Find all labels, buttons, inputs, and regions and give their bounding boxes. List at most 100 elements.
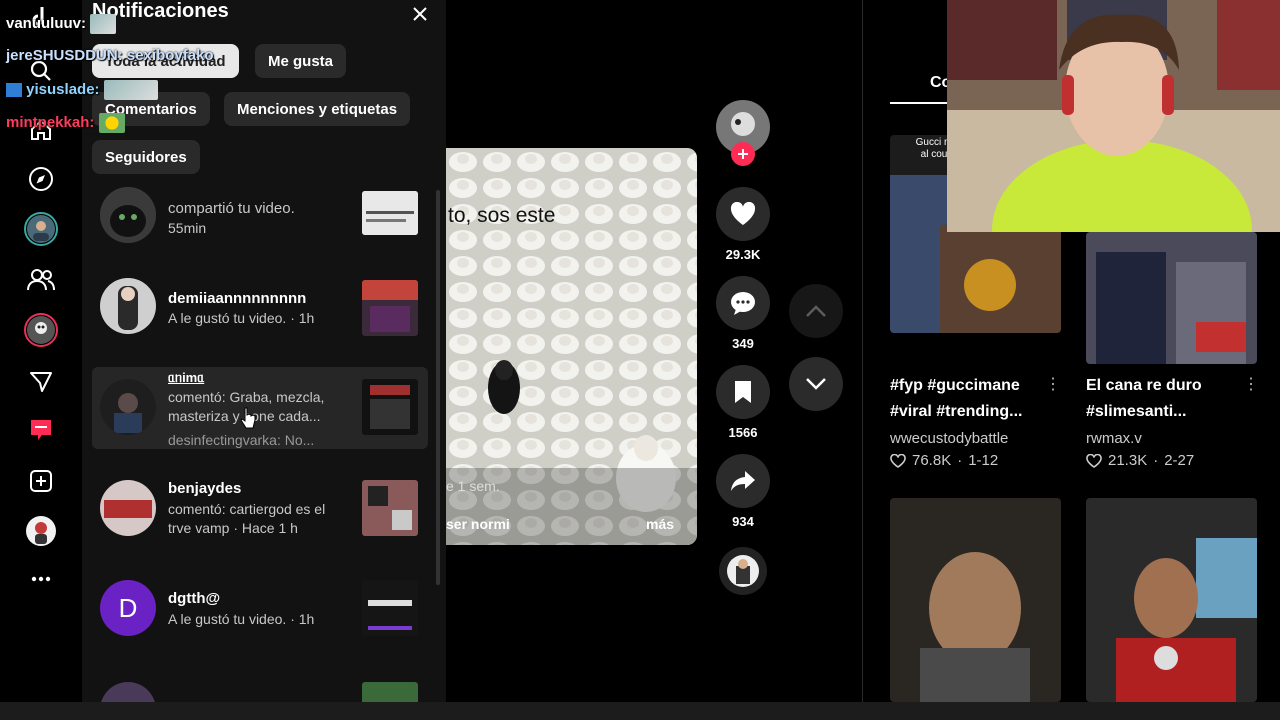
notification-user[interactable]: benjaydes — [168, 480, 241, 497]
activity-icon[interactable] — [24, 413, 58, 447]
notification-item[interactable]: D dgtth@ A le gustó tu video. · 1h — [92, 568, 428, 648]
friends-icon[interactable] — [24, 263, 58, 297]
chat-message: sexiboyfako — [126, 47, 214, 64]
explore-likes: 76.8K · 1-12 — [890, 452, 998, 469]
more-options-icon[interactable]: ⋮ — [1243, 374, 1259, 394]
comment-icon[interactable] — [716, 276, 770, 330]
chat-user: mintpekkah: — [6, 113, 95, 131]
notification-item[interactable]: benjaydes comentó: cartiergod es el trve… — [92, 468, 428, 548]
streamer-webcam — [947, 0, 1280, 232]
avatar — [100, 187, 156, 243]
emote-icon — [103, 80, 158, 100]
bookmark-icon[interactable] — [716, 365, 770, 419]
emote-icon — [90, 14, 117, 34]
video-description: ser normi — [446, 516, 510, 532]
avatar: D — [100, 580, 156, 636]
mouse-cursor-icon — [240, 407, 256, 429]
save-count: 1566 — [728, 425, 758, 440]
more-options-icon[interactable]: ⋮ — [1045, 374, 1061, 394]
video-thumbnail[interactable] — [362, 379, 418, 435]
heart-outline-icon — [890, 453, 906, 468]
share-count: 934 — [732, 514, 754, 529]
comment-count: 349 — [732, 336, 754, 351]
creator-avatar[interactable] — [716, 100, 770, 166]
notification-text: compartió tu video. — [168, 200, 295, 217]
divider — [862, 0, 863, 720]
more-button[interactable]: más — [646, 516, 674, 532]
notification-item[interactable]: demiiaannnnnnnnn A le gustó tu video. · … — [92, 266, 428, 346]
notification-time: 55min — [168, 220, 207, 236]
chat-line: yisuslade: — [6, 80, 158, 100]
like-action[interactable]: 29.3K — [716, 187, 770, 262]
video-thumbnail[interactable] — [362, 580, 418, 636]
separator-dot: · — [1153, 452, 1159, 469]
tab-mentions[interactable]: Menciones y etiquetas — [224, 92, 411, 126]
share-action[interactable]: 934 — [716, 454, 770, 529]
video-player[interactable]: to, sos este e 1 sem. ser normi más — [446, 148, 697, 545]
heart-outline-icon — [1086, 453, 1102, 468]
more-icon[interactable] — [24, 562, 58, 596]
post-date: 2-27 — [1164, 452, 1195, 469]
avatar — [100, 480, 156, 536]
video-time: e 1 sem. — [446, 478, 500, 494]
notification-user[interactable]: ᥲᥒіmᥲ — [168, 370, 204, 386]
chat-line: mintpekkah: — [6, 113, 125, 133]
video-caption: to, sos este — [448, 204, 556, 227]
notification-reply: desinfectingvarka: No... — [168, 432, 315, 448]
post-date: 1-12 — [968, 452, 999, 469]
follow-plus-icon[interactable] — [731, 142, 755, 166]
following-avatar-icon[interactable] — [24, 212, 58, 246]
explore-icon[interactable] — [24, 162, 58, 196]
scrollbar[interactable] — [436, 190, 440, 585]
explore-thumbnail[interactable] — [1086, 498, 1257, 702]
notification-text: comentó: cartiergod es el trve vamp · Ha… — [168, 501, 326, 536]
share-icon[interactable] — [716, 454, 770, 508]
heart-icon[interactable] — [716, 187, 770, 241]
chat-line: vanuuluuv: — [6, 14, 117, 34]
explore-thumbnail[interactable] — [1086, 232, 1257, 364]
notification-user[interactable]: demiiaannnnnnnnn — [168, 290, 306, 307]
video-thumbnail[interactable] — [362, 480, 418, 536]
avatar — [100, 379, 156, 435]
like-count: 76.8K — [912, 452, 952, 469]
notification-text: A le gustó tu video. · 1h — [168, 611, 315, 627]
notification-item[interactable] — [92, 668, 428, 702]
close-icon[interactable] — [403, 0, 437, 28]
upload-icon[interactable] — [24, 464, 58, 498]
tab-underline — [890, 102, 950, 104]
chat-user: jereSHUSDDUN: — [6, 47, 123, 64]
chat-user: vanuuluuv: — [6, 14, 87, 32]
tab-likes[interactable]: Me gusta — [255, 44, 347, 78]
notification-item[interactable]: ᥲᥒіmᥲ comentó: Graba, mezcla, masteriza … — [92, 367, 428, 449]
chat-line: jereSHUSDDUN: sexiboyfako — [6, 47, 214, 64]
avatar — [100, 278, 156, 334]
video-thumbnail[interactable] — [362, 682, 418, 702]
explore-thumbnail[interactable] — [890, 498, 1061, 702]
explore-username[interactable]: wwecustodybattle — [890, 430, 1008, 447]
sound-disc-icon[interactable] — [716, 546, 770, 601]
notification-user[interactable]: dgtth@ — [168, 590, 220, 607]
notifications-panel: Notificaciones Toda la actividad Me gust… — [82, 0, 446, 720]
video-thumbnail[interactable] — [362, 280, 418, 336]
comment-action[interactable]: 349 — [716, 276, 770, 351]
notification-text: comentó: Graba, mezcla, masteriza y pone… — [168, 389, 325, 424]
notification-text: A le gustó tu video. · 1h — [168, 310, 315, 326]
tab-followers[interactable]: Seguidores — [92, 140, 200, 174]
emote-icon — [98, 113, 125, 133]
explore-username[interactable]: rwmax.v — [1086, 430, 1142, 447]
live-avatar-icon[interactable] — [24, 313, 58, 347]
chat-user: yisuslade: — [26, 80, 100, 98]
explore-caption[interactable]: #fyp #guccimane #viral #trending... — [890, 373, 1050, 425]
avatar — [100, 682, 156, 702]
video-thumbnail[interactable] — [362, 191, 418, 235]
messages-icon[interactable] — [24, 365, 58, 399]
explore-likes: 21.3K · 2-27 — [1086, 452, 1194, 469]
next-video-button[interactable] — [789, 357, 843, 411]
sidebar-rail — [0, 0, 82, 720]
like-count: 29.3K — [725, 247, 761, 262]
previous-video-button[interactable] — [789, 284, 843, 338]
explore-caption[interactable]: El cana re duro #slimesanti... — [1086, 373, 1246, 425]
save-action[interactable]: 1566 — [716, 365, 770, 440]
profile-avatar-icon[interactable] — [24, 514, 58, 548]
notification-item[interactable]: compartió tu video. 55min — [92, 173, 428, 253]
